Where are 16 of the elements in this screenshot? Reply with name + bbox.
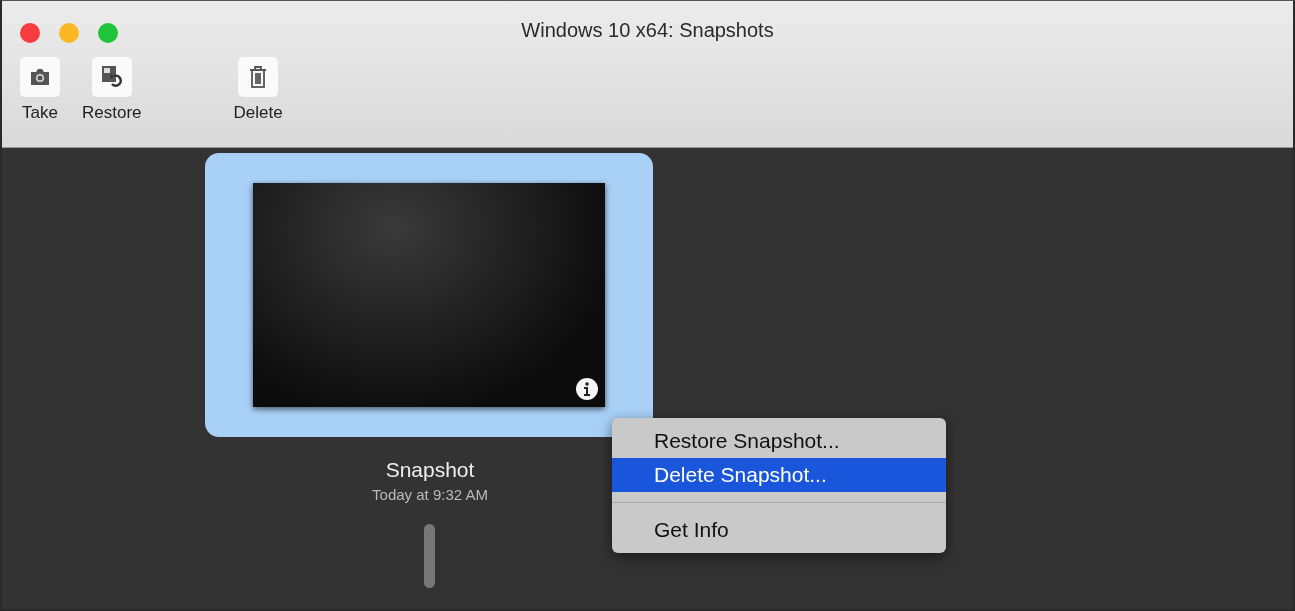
snapshot-time: Today at 9:32 AM (372, 486, 488, 503)
info-icon[interactable] (575, 377, 599, 401)
menu-item[interactable]: Restore Snapshot... (612, 424, 946, 458)
toolbar-button[interactable]: Delete (233, 57, 283, 123)
close-button[interactable] (20, 23, 40, 43)
menu-item[interactable]: Get Info (612, 513, 946, 547)
snapshot-card[interactable] (205, 153, 653, 437)
menu-item[interactable]: Delete Snapshot... (612, 458, 946, 492)
snapshot-name: Snapshot (385, 458, 475, 482)
zoom-button[interactable] (98, 23, 118, 43)
trash-icon (249, 66, 268, 88)
timeline-connector (424, 524, 435, 588)
camera-icon (29, 68, 51, 86)
toolbar-button[interactable]: Restore (82, 57, 142, 123)
photo-restore-icon (99, 64, 124, 90)
window-title: Windows 10 x64: Snapshots (521, 19, 774, 42)
